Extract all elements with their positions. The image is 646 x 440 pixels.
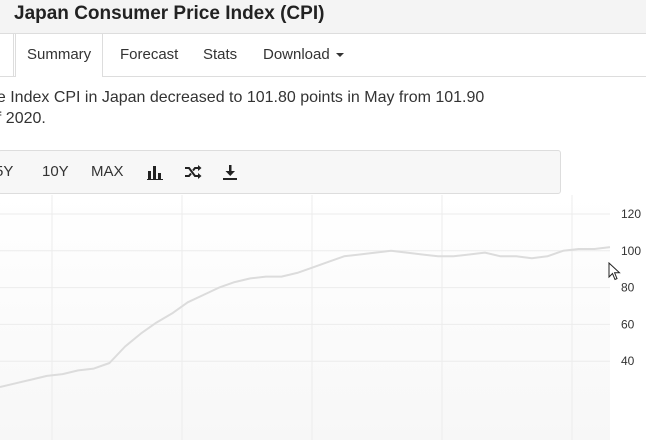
- y-tick-label: 80: [621, 281, 635, 295]
- tab-download[interactable]: Download: [263, 34, 344, 76]
- tab-bar: Summary Forecast Stats Download: [0, 34, 646, 77]
- range-10y-button[interactable]: 10Y: [42, 151, 69, 193]
- title-bar: Japan Consumer Price Index (CPI): [0, 0, 646, 34]
- summary-text: rice Index CPI in Japan decreased to 101…: [0, 87, 562, 129]
- summary-line-2: l of 2020.: [0, 110, 46, 127]
- tab-forecast[interactable]: Forecast: [120, 34, 178, 76]
- tab-summary[interactable]: Summary: [15, 34, 104, 77]
- caret-down-icon: [335, 53, 344, 58]
- tab-overview[interactable]: [0, 34, 14, 76]
- page-title: Japan Consumer Price Index (CPI): [14, 3, 325, 24]
- y-axis-ticks: 120 100 80 60 40: [621, 207, 641, 368]
- plot-area: [0, 195, 610, 440]
- y-tick-label: 60: [621, 317, 635, 331]
- tab-download-label: Download: [263, 46, 330, 63]
- tab-stats[interactable]: Stats: [203, 34, 237, 76]
- range-5y-button[interactable]: 5Y: [0, 151, 13, 193]
- download-icon[interactable]: [220, 151, 240, 193]
- mouse-cursor-icon: [608, 262, 621, 281]
- y-tick-label: 120: [621, 207, 641, 221]
- range-max-button[interactable]: MAX: [91, 151, 124, 193]
- summary-line-1: rice Index CPI in Japan decreased to 101…: [0, 89, 485, 106]
- bar-chart-icon[interactable]: [145, 151, 165, 193]
- shuffle-icon[interactable]: [182, 151, 202, 193]
- y-tick-label: 100: [621, 244, 641, 258]
- chart-toolbar: 5Y 10Y MAX: [0, 150, 561, 194]
- cpi-line-chart: 120 100 80 60 40: [0, 195, 641, 440]
- y-tick-label: 40: [621, 354, 635, 368]
